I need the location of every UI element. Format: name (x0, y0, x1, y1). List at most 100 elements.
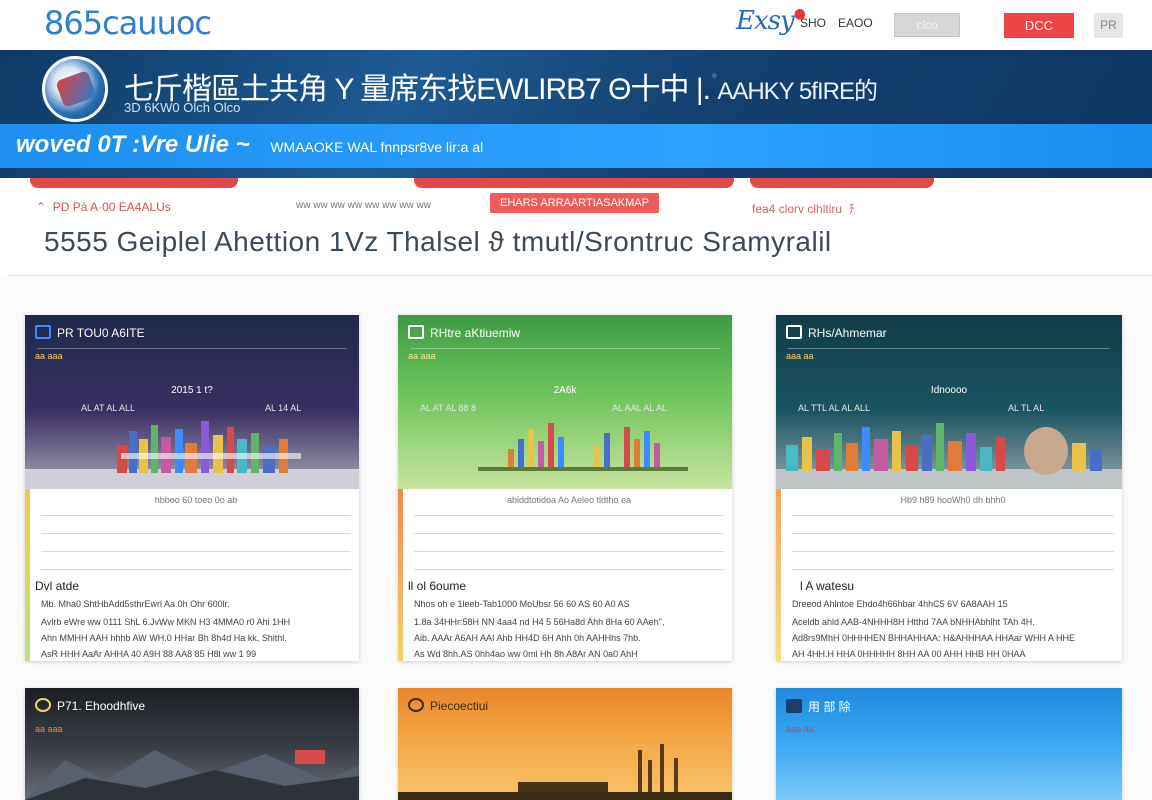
nav-item-4[interactable]: fea4 clorv clhltiru ﾁ (752, 200, 855, 217)
chevron-up-icon: ⌃ (36, 200, 47, 214)
report-card-3-label: l A watesu (800, 579, 855, 593)
report-card-1-caption: hbboo 60 toeo 0o ab (154, 495, 238, 505)
report-card-6-title: 用 部 除 (786, 698, 851, 715)
bar-graphic (478, 423, 688, 471)
divider (792, 569, 1114, 570)
report-card-3-title-text: RHs/Ahmemar (808, 326, 887, 340)
hero-band-small: WMAAOKE WAL fnnpsr8ve lir:a al (270, 139, 484, 155)
nav-item-1[interactable]: ⌃ PD Pà A·00 EA4ALUs (36, 200, 171, 214)
hero-banner: 七斤楷區土共角 Y 量席东找EWLIRB7 Θ十中 |. AAHKY 5fIRE… (0, 50, 1152, 178)
accent-stripe (25, 489, 30, 661)
nav-tab-bar-3 (750, 178, 934, 188)
report-card-6-title-text: 用 部 除 (808, 700, 851, 714)
report-card-3-sub: aaa aa (786, 351, 814, 361)
report-card-5[interactable]: Piecoectiui (398, 688, 732, 800)
report-card-2-line-1: Nhos oh e 1leeb-Tab1000 MoUbsr 56 60 AS … (414, 599, 630, 609)
report-card-1[interactable]: PR TOU0 A6ITE aa aaa 2015 1 t? AL AT AL … (25, 315, 359, 661)
report-card-5-title-text: Piecoectiui (430, 699, 489, 713)
divider (414, 515, 724, 516)
report-card-3[interactable]: RHs/Ahmemar aaa aa Idnoooo AL TTL AL AL … (776, 315, 1122, 661)
divider (410, 348, 720, 349)
report-card-4-thumbnail: P71. Ehoodhfive aa aaa (25, 688, 359, 800)
pin-icon: ﾁ (848, 202, 855, 216)
report-card-1-body: hbboo 60 toeo 0o ab Dvl atde Mb. Mha0 Sh… (35, 489, 351, 661)
document-icon (35, 325, 51, 339)
divider (792, 515, 1114, 516)
document-icon (786, 325, 802, 339)
hero-band: woved 0T :Vre Ulie ~ WMAAOKE WAL fnnpsr8… (0, 124, 1152, 168)
report-card-3-line-4: AH 4HH.H HHA 0HHHHH 8HH AA 00 AHH HHB HH… (792, 649, 1026, 659)
divider (41, 515, 351, 516)
main-nav: ⌃ PD Pà A·00 EA4ALUs ww ww ww ww ww ww w… (0, 178, 1152, 222)
report-card-6[interactable]: 用 部 除 aaa aa (776, 688, 1122, 800)
hero-title-right: AAHKY 5fIRE的 (717, 78, 878, 105)
nav-item-4-label: fea4 clorv clhltiru (752, 202, 843, 216)
report-card-1-line-3: Ahn MMHH AAH hhhb AW WH.0 HHar Bh 8h4d H… (41, 633, 287, 643)
divider (792, 533, 1114, 534)
report-card-3-line-2: Aceldb ahld AAB-4NHHH8H Htthd 7AA bNHHAb… (792, 617, 1035, 627)
accent-stripe (398, 489, 403, 661)
report-card-4[interactable]: P71. Ehoodhfive aa aaa (25, 688, 359, 800)
skyline-graphic (25, 421, 359, 489)
nav-tab-bar-2 (414, 178, 734, 188)
divider (41, 533, 351, 534)
report-card-5-thumbnail: Piecoectiui (398, 688, 732, 800)
report-card-1-title-text: PR TOU0 A6ITE (57, 326, 145, 340)
divider (41, 569, 351, 570)
document-icon (408, 325, 424, 339)
report-card-1-title: PR TOU0 A6ITE (35, 325, 145, 340)
report-card-3-body: Hb9 h89 hooWh0 dh bhh0 l A watesu Dreeod… (792, 489, 1114, 661)
top-link-1[interactable]: SHO (800, 16, 826, 30)
report-card-1-label: Dvl atde (35, 579, 80, 593)
top-link-2[interactable]: EAOO (838, 16, 873, 30)
report-card-3-caption: Hb9 h89 hooWh0 dh bhh0 (900, 495, 1006, 505)
report-card-1-line-4: AsR HHH AaAr AHHA 40 A9H 88 AA8 85 H8l w… (41, 649, 257, 659)
document-icon (786, 699, 802, 713)
divider (792, 551, 1114, 552)
camera-icon (408, 698, 424, 712)
partner-logo-text: Exsy (736, 6, 795, 36)
register-button[interactable]: DCC (1004, 13, 1074, 38)
nav-item-2[interactable]: ww ww ww ww ww ww ww ww (296, 200, 431, 211)
nav-item-3-active[interactable]: EHARS ARRAARTIASAKMAP (490, 193, 659, 213)
report-card-2-line-2: 1.8a 34HHr:58H NN 4aa4 nd H4 5 56Ha8d Ah… (414, 617, 665, 627)
sunset-graphic (398, 744, 732, 800)
mountain-graphic (25, 750, 359, 800)
report-card-1-thumbnail: PR TOU0 A6ITE aa aaa 2015 1 t? AL AT AL … (25, 315, 359, 489)
hero-band-main: woved 0T :Vre Ulie ~ (16, 131, 250, 158)
report-card-3-line-3: Ad8rs9MhH 0HHHHEN BHHAHHAA: H&AHHHAA HHA… (792, 633, 1076, 643)
report-card-2-title-text: RHtre aKtiuemiw (430, 326, 521, 340)
divider (414, 551, 724, 552)
app-root: 865cauuoc Exsy● SHO EAOO clco DCC PR 七斤楷… (0, 0, 1152, 800)
divider (788, 348, 1110, 349)
accent-stripe (776, 489, 781, 661)
report-card-3-year: Idnoooo (930, 385, 968, 396)
divider (41, 551, 351, 552)
report-card-5-title: Piecoectiui (408, 698, 488, 713)
globe-icon (35, 698, 51, 712)
report-card-2-label: ll ol 6oume (408, 579, 467, 593)
hero-subtitle: 3D 6KW0 Olch Olco (124, 100, 241, 115)
divider (414, 533, 724, 534)
report-card-2-caption: abiddtotidoa Ao Aeleo tldtho ea (506, 495, 632, 505)
divider (414, 569, 724, 570)
report-card-1-line-1: Mb. Mha0 ShtHbAdd5sthrEwrl Aa 0h Ohr 600… (41, 599, 230, 609)
report-card-2-sub: aa aaa (408, 351, 436, 361)
report-card-1-line-2: Avlrb eWre ww 0111 ShL 6.JvWw MKN H3 4MM… (41, 617, 291, 627)
partner-logo[interactable]: Exsy● (736, 6, 806, 36)
divider (37, 348, 347, 349)
report-card-2-body: abiddtotidoa Ao Aeleo tldtho ea ll ol 6o… (408, 489, 724, 661)
report-card-2[interactable]: RHtre aKtiuemiw aa aaa 2A6k AL AT AL 88 … (398, 315, 732, 661)
page-title: 5555 Geiplel Ahettion 1Vz Thalsel ϑ tmut… (44, 226, 832, 257)
emblem-icon (42, 56, 108, 122)
hero-band-text: woved 0T :Vre Ulie ~ WMAAOKE WAL fnnpsr8… (16, 131, 483, 159)
report-card-4-title-text: P71. Ehoodhfive (57, 699, 146, 713)
nav-item-1-label: PD Pà A·00 EA4ALUs (52, 200, 171, 214)
nav-tab-bar-1 (30, 178, 238, 188)
top-bar: 865cauuoc Exsy● SHO EAOO clco DCC PR (0, 0, 1152, 50)
report-card-2-title: RHtre aKtiuemiw (408, 325, 520, 340)
login-button[interactable]: clco (894, 13, 960, 37)
report-card-2-year: 2A6k (553, 385, 577, 396)
language-button[interactable]: PR (1094, 13, 1123, 38)
site-logo[interactable]: 865cauuoc (44, 4, 212, 42)
